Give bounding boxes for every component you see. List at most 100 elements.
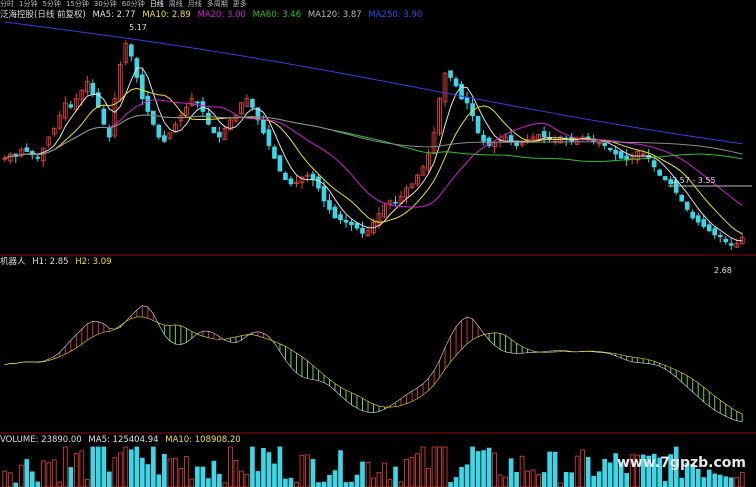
volume-bar <box>184 456 189 487</box>
volume-bar <box>563 471 569 487</box>
candle-body <box>690 211 696 219</box>
candle-body <box>354 222 360 229</box>
candle-body <box>481 134 486 142</box>
volume-bar <box>73 453 79 487</box>
volume-bar <box>558 482 563 487</box>
volume-bar <box>29 471 35 487</box>
volume-bar <box>371 477 376 487</box>
volume-bar <box>354 474 360 487</box>
candle-body <box>101 108 107 125</box>
volume-bar <box>525 470 530 487</box>
volume-bar <box>475 451 481 487</box>
volume-bar <box>118 452 123 487</box>
stock-chart[interactable]: 5.17 3.57 - 3.55 2.68 <box>0 0 756 487</box>
volume-bar <box>365 462 371 487</box>
candle-body <box>338 214 343 221</box>
candle-body <box>651 160 657 168</box>
volume-bar <box>310 459 316 487</box>
volume-bar <box>349 481 354 487</box>
volume-bar <box>217 474 222 487</box>
volume-bar <box>442 446 448 487</box>
candle-body <box>151 110 156 125</box>
volume-bar <box>266 452 272 487</box>
candle-body <box>156 124 162 138</box>
candle-body <box>607 147 613 151</box>
candle-body <box>266 129 272 146</box>
volume-bar <box>40 460 46 487</box>
candle-body <box>250 98 255 108</box>
candle-body <box>195 101 200 104</box>
volume-bar <box>404 458 409 487</box>
candle-body <box>35 156 41 159</box>
candle-body <box>508 135 514 142</box>
volume-bar <box>178 468 184 487</box>
volume-bar <box>470 446 475 487</box>
candle-body <box>475 115 481 134</box>
volume-bar <box>437 446 442 487</box>
volume-bar <box>62 446 68 487</box>
volume-bar <box>679 477 685 487</box>
volume-bar <box>728 477 734 487</box>
high-price-label: 5.17 <box>129 23 147 32</box>
ma250-line <box>4 21 743 145</box>
volume-bar <box>106 471 112 487</box>
candle-body <box>288 178 294 185</box>
volume-bar <box>723 476 729 487</box>
volume-bar <box>101 446 107 487</box>
volume-bar <box>382 462 387 487</box>
volume-bar <box>51 459 57 487</box>
volume-bar <box>519 455 525 487</box>
volume-bar <box>706 469 712 487</box>
candle-body <box>283 172 288 180</box>
volume-bar <box>112 457 118 487</box>
volume-bar <box>343 482 349 487</box>
volume-bar <box>24 459 30 487</box>
volume-bar <box>189 478 195 487</box>
volume-bar <box>448 482 453 487</box>
volume-bar <box>46 462 52 487</box>
volume-bar <box>79 450 85 487</box>
volume-bar <box>250 446 255 487</box>
candle-body <box>613 149 618 155</box>
volume-bar <box>481 450 486 487</box>
volume-bar <box>7 472 13 487</box>
volume-bar <box>574 455 580 487</box>
candle-body <box>327 200 332 210</box>
candle-body <box>24 147 30 152</box>
volume-bar <box>277 446 283 487</box>
volume-bar <box>541 472 547 487</box>
ma120-line <box>4 114 743 159</box>
ma20-line <box>4 99 743 208</box>
range-label: 3.57 - 3.55 <box>672 176 716 185</box>
volume-bar <box>206 478 211 487</box>
volume-bar <box>409 457 415 487</box>
volume-bar <box>734 477 740 487</box>
candle-body <box>211 126 217 134</box>
volume-bar <box>316 482 321 487</box>
volume-bar <box>547 451 552 487</box>
volume-bar <box>244 473 250 487</box>
volume-bar <box>90 446 96 487</box>
candle-body <box>706 224 712 232</box>
candle-body <box>679 194 685 202</box>
candle-body <box>106 126 112 138</box>
candle-body <box>321 186 327 202</box>
volume-bar <box>338 450 343 487</box>
volume-bar <box>162 453 167 487</box>
candle-body <box>662 176 668 180</box>
ma5-line <box>4 67 743 242</box>
volume-bar <box>95 446 101 487</box>
volume-bar <box>514 471 519 487</box>
candle-body <box>464 97 470 104</box>
candle-body <box>712 228 718 236</box>
volume-bar <box>195 466 200 487</box>
volume-bar <box>305 454 310 487</box>
volume-bar <box>13 482 19 487</box>
volume-bar <box>420 446 426 487</box>
candle-body <box>717 235 723 238</box>
volume-bar <box>332 470 338 487</box>
volume-bar <box>84 479 90 487</box>
volume-bar <box>464 464 470 487</box>
volume-bar <box>200 466 206 487</box>
volume-bar <box>717 474 723 487</box>
